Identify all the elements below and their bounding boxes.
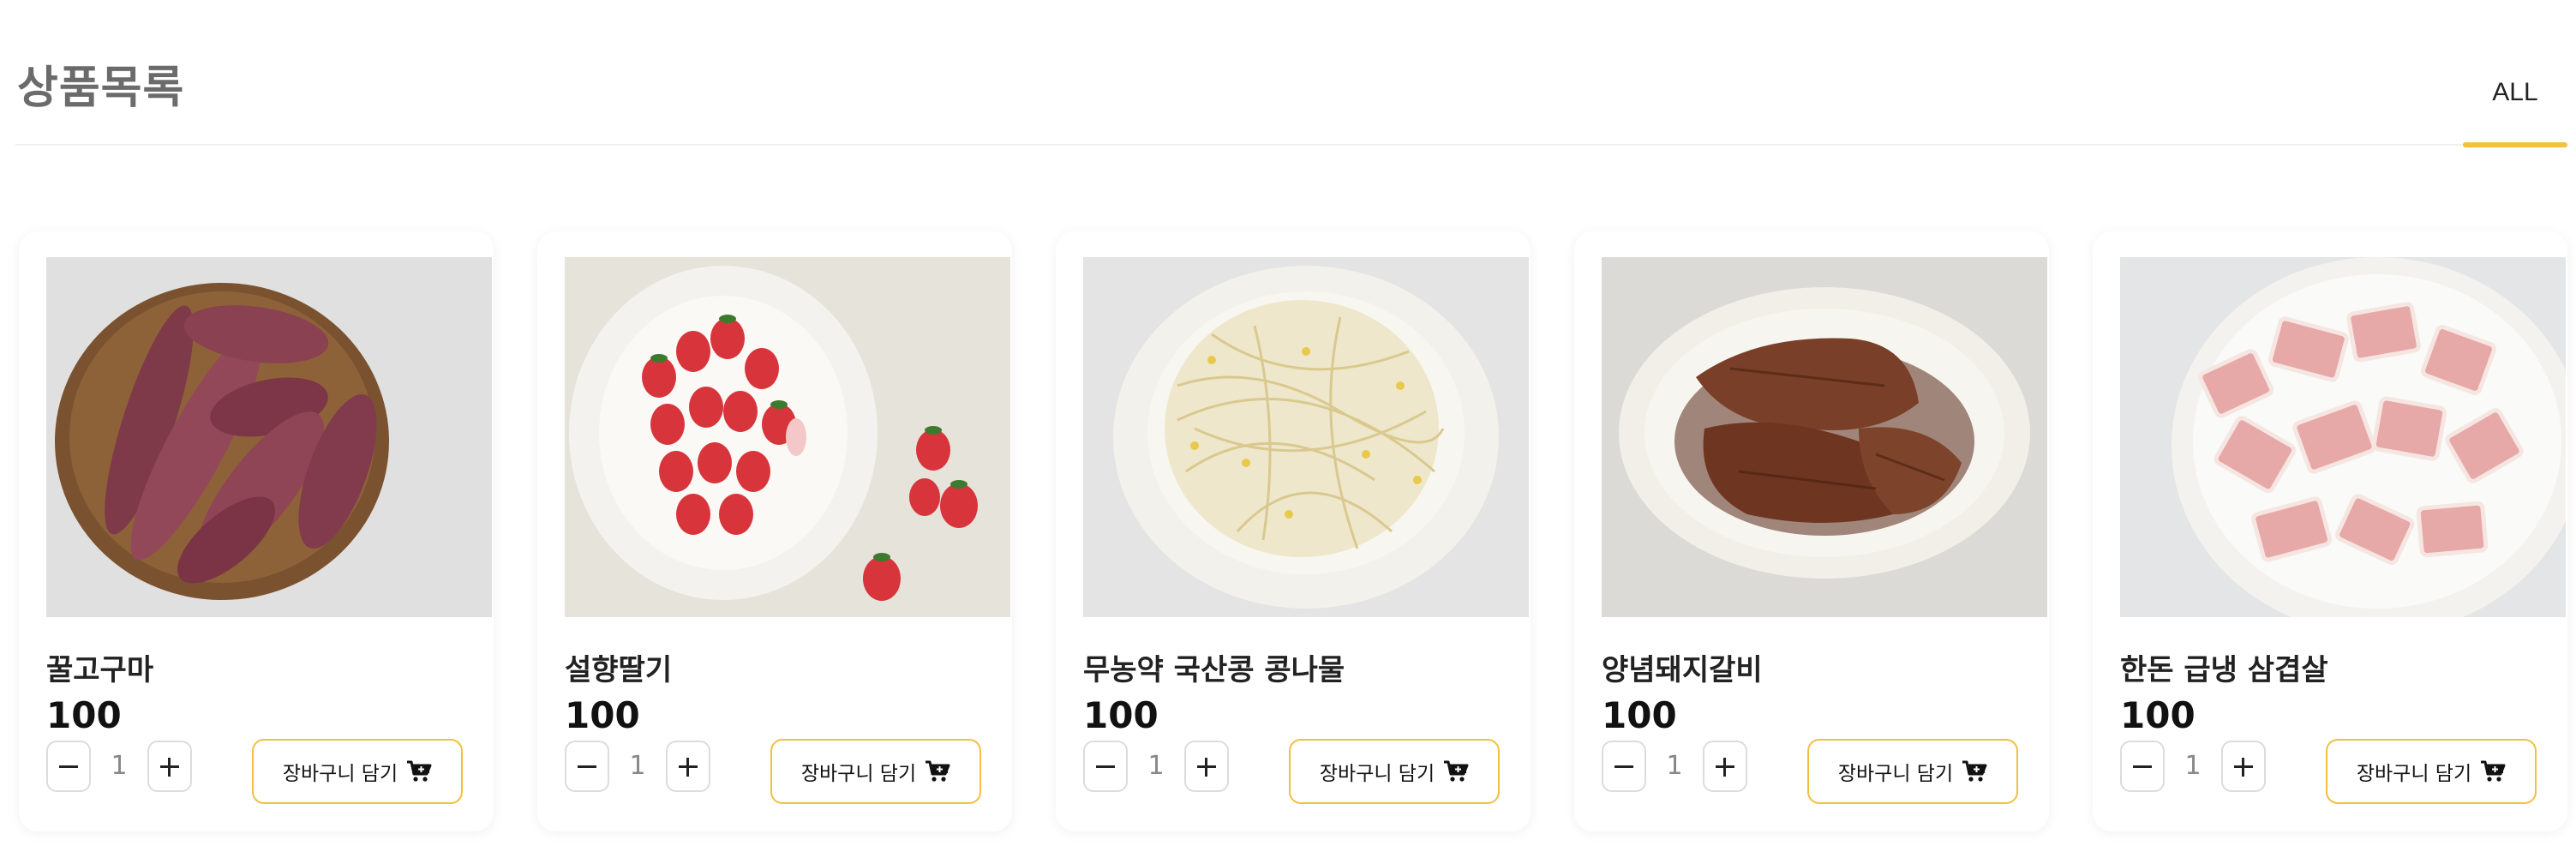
increase-quantity-button[interactable] (1703, 741, 1747, 792)
pork-ribs-photo (1602, 257, 2047, 617)
quantity-stepper: 1 (1083, 739, 1231, 794)
product-name: 한돈 급냉 삼겹살 (2120, 653, 2328, 687)
strawberry-image[interactable] (565, 257, 1010, 617)
page-title: 상품목록 (17, 63, 185, 114)
minus-icon (2133, 765, 2152, 768)
minus-icon (578, 765, 596, 768)
add-to-cart-button[interactable]: 장바구니 담기 (252, 739, 463, 804)
quantity-value: 1 (111, 751, 128, 781)
quantity-value: 1 (1666, 751, 1683, 781)
product-price: 100 (1602, 694, 1677, 736)
quantity-stepper: 1 (565, 739, 712, 794)
add-to-cart-button[interactable]: 장바구니 담기 (770, 739, 981, 804)
quantity-value: 1 (2184, 751, 2202, 781)
product-price: 100 (1083, 694, 1159, 736)
bean-sprouts-photo (1083, 257, 1529, 617)
product-name: 무농약 국산콩 콩나물 (1083, 653, 1345, 687)
pork-belly-photo (2120, 257, 2566, 617)
sweet-potato-image[interactable] (46, 257, 492, 617)
cart-icon (1962, 760, 1987, 782)
product-grid: 꿀고구마 100 1 장바구니 담기 설향딸기 100 1 장바구니 담기 무농… (19, 231, 2576, 831)
product-name: 꿀고구마 (46, 653, 154, 687)
increase-quantity-button[interactable] (1184, 741, 1229, 792)
quantity-value: 1 (629, 751, 646, 781)
quantity-stepper: 1 (1602, 739, 1749, 794)
strawberry-photo (565, 257, 1010, 617)
tab-all[interactable]: ALL (2463, 0, 2567, 147)
cart-icon (926, 760, 950, 782)
add-to-cart-label: 장바구니 담기 (282, 763, 398, 785)
add-to-cart-button[interactable]: 장바구니 담기 (1289, 739, 1500, 804)
page-header: 상품목록 ALL (15, 0, 2567, 147)
decrease-quantity-button[interactable] (1083, 741, 1128, 792)
minus-icon (1614, 765, 1633, 768)
quantity-stepper: 1 (2120, 739, 2267, 794)
product-card[interactable]: 꿀고구마 100 1 장바구니 담기 (19, 231, 494, 831)
increase-quantity-button[interactable] (147, 741, 192, 792)
minus-icon (1096, 765, 1115, 768)
increase-quantity-button[interactable] (2221, 741, 2266, 792)
add-to-cart-button[interactable]: 장바구니 담기 (1807, 739, 2018, 804)
cart-icon (2481, 760, 2506, 782)
pork-belly-image[interactable] (2120, 257, 2566, 617)
add-to-cart-label: 장바구니 담기 (1319, 763, 1435, 785)
add-to-cart-button[interactable]: 장바구니 담기 (2326, 739, 2537, 804)
decrease-quantity-button[interactable] (2120, 741, 2165, 792)
product-price: 100 (46, 694, 122, 736)
product-card[interactable]: 양념돼지갈비 100 1 장바구니 담기 (1574, 231, 2049, 831)
product-price: 100 (565, 694, 640, 736)
bean-sprouts-image[interactable] (1083, 257, 1529, 617)
decrease-quantity-button[interactable] (1602, 741, 1646, 792)
quantity-value: 1 (1147, 751, 1165, 781)
increase-quantity-button[interactable] (666, 741, 710, 792)
decrease-quantity-button[interactable] (565, 741, 609, 792)
sweet-potato-photo (46, 257, 492, 617)
decrease-quantity-button[interactable] (46, 741, 91, 792)
cart-icon (407, 760, 432, 782)
product-price: 100 (2120, 694, 2196, 736)
product-card[interactable]: 한돈 급냉 삼겹살 100 1 장바구니 담기 (2093, 231, 2567, 831)
minus-icon (59, 765, 78, 768)
cart-icon (1444, 760, 1469, 782)
add-to-cart-label: 장바구니 담기 (2356, 763, 2472, 785)
product-name: 양념돼지갈비 (1602, 653, 1763, 687)
add-to-cart-label: 장바구니 담기 (800, 763, 917, 785)
add-to-cart-label: 장바구니 담기 (1837, 763, 1954, 785)
quantity-stepper: 1 (46, 739, 194, 794)
pork-ribs-image[interactable] (1602, 257, 2047, 617)
product-name: 설향딸기 (565, 653, 673, 687)
product-card[interactable]: 무농약 국산콩 콩나물 100 1 장바구니 담기 (1056, 231, 1531, 831)
product-card[interactable]: 설향딸기 100 1 장바구니 담기 (537, 231, 1012, 831)
